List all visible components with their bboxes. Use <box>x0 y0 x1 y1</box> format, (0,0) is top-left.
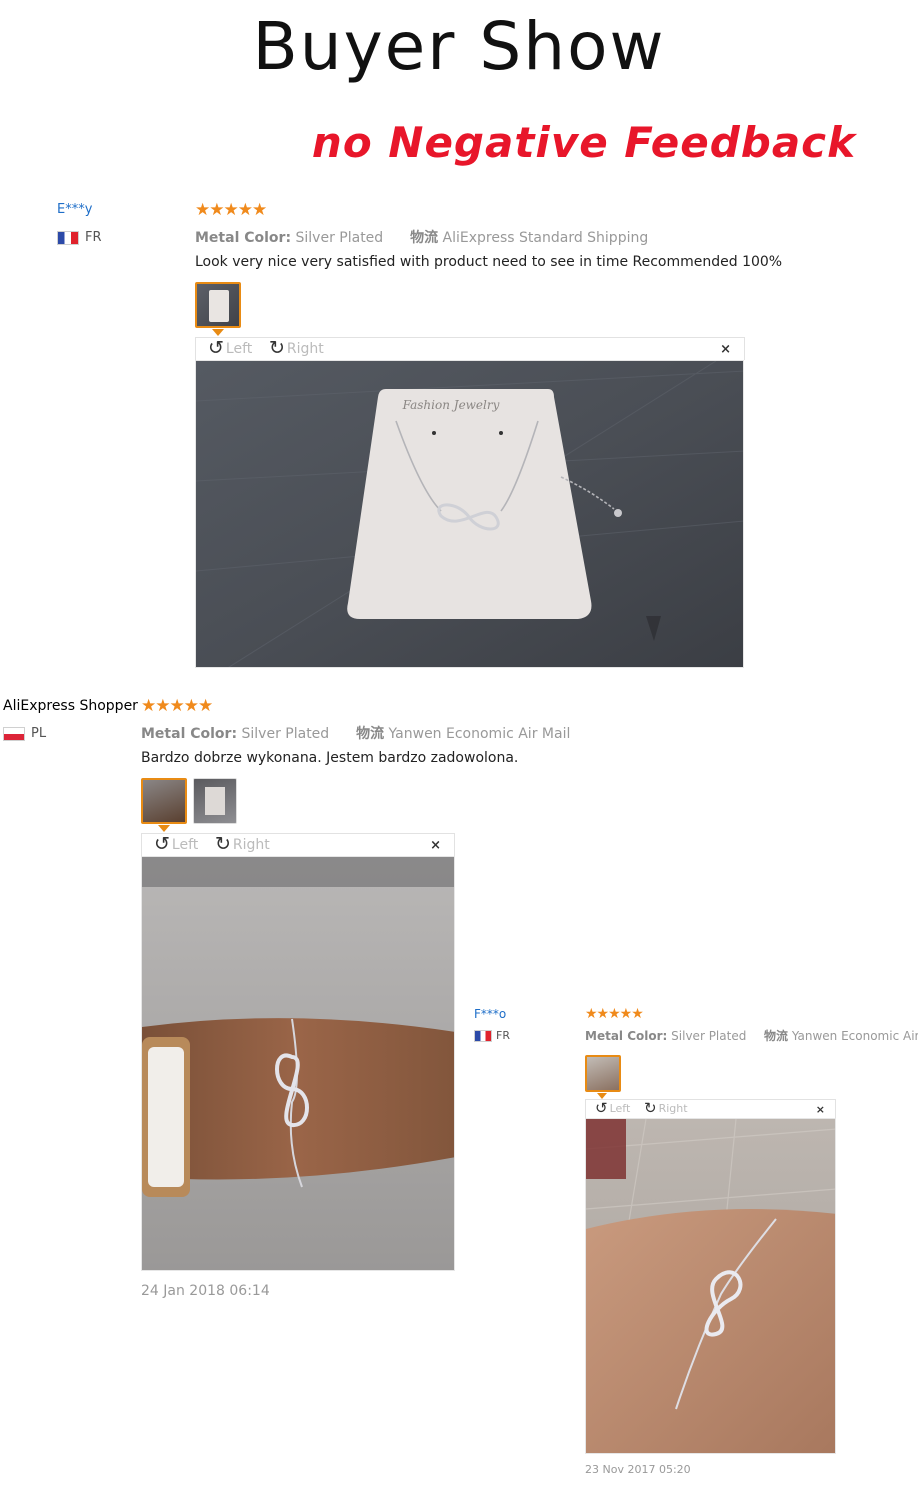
image-viewer-toolbar: ↺ Left ↻ Right × <box>585 1099 836 1118</box>
country-code: PL <box>31 726 47 741</box>
svg-text:Fashion Jewelry: Fashion Jewelry <box>402 398 500 412</box>
review-thumbnail[interactable] <box>585 1055 621 1092</box>
rotate-right-icon: ↻ <box>215 833 231 855</box>
review-photo <box>141 856 455 1271</box>
rotate-left-label: Left <box>225 340 253 357</box>
metal-color-value: Silver Plated <box>671 1029 747 1043</box>
review-photo <box>585 1118 836 1454</box>
reviewer-name[interactable]: F***o <box>474 1007 506 1021</box>
review-meta: Metal Color: Silver Plated 物流 AliExpress… <box>195 227 648 247</box>
review-date: 23 Nov 2017 05:20 <box>585 1463 691 1476</box>
close-icon[interactable]: × <box>816 1103 825 1116</box>
bracelet-on-wrist-image <box>586 1119 835 1453</box>
shipping-label: 物流 <box>410 230 439 246</box>
shipping-label: 物流 <box>356 726 385 742</box>
reviewer-country: FR <box>57 230 102 245</box>
shipping-value: AliExpress Standard Shipping <box>442 230 649 246</box>
page-title: Buyer Show <box>252 8 666 85</box>
rotate-left-icon: ↺ <box>595 1099 608 1117</box>
close-icon[interactable]: × <box>430 838 441 853</box>
reviewer-country: FR <box>474 1029 510 1042</box>
bracelet-on-wrist-image <box>142 857 454 1270</box>
metal-color-value: Silver Plated <box>241 726 330 742</box>
rotate-left-icon: ↺ <box>154 833 170 855</box>
rotate-left-icon: ↺ <box>208 337 224 359</box>
rotate-right-button[interactable]: ↻ Right <box>644 1100 688 1116</box>
review-thumbnail-1[interactable] <box>141 778 187 824</box>
star-rating: ★★★★★ <box>585 1006 644 1022</box>
review-text: Look very nice very satisfied with produ… <box>195 254 783 270</box>
review-thumbnail[interactable] <box>195 282 241 328</box>
image-viewer-toolbar: ↺ Left ↻ Right × <box>141 833 455 856</box>
shipping-value: Yanwen Economic Air Mail <box>791 1029 918 1043</box>
rotate-right-button[interactable]: ↻ Right <box>215 835 270 854</box>
rotate-left-label: Left <box>171 836 199 853</box>
rotate-right-icon: ↻ <box>269 337 285 359</box>
star-rating: ★★★★★ <box>195 200 267 220</box>
metal-color-label: Metal Color: <box>195 230 292 246</box>
rotate-left-label: Left <box>609 1101 631 1115</box>
france-flag-icon <box>474 1029 492 1042</box>
close-icon[interactable]: × <box>720 342 731 357</box>
country-code: FR <box>85 230 102 245</box>
country-code: FR <box>496 1029 510 1042</box>
review-text: Bardzo dobrze wykonana. Jestem bardzo za… <box>141 750 519 766</box>
france-flag-icon <box>57 230 79 245</box>
rotate-left-button[interactable]: ↺ Left <box>154 835 198 854</box>
reviewer-name[interactable]: E***y <box>57 202 92 217</box>
metal-color-label: Metal Color: <box>141 726 238 742</box>
review-thumbnail-2[interactable] <box>193 778 237 824</box>
rotate-left-button[interactable]: ↺ Left <box>595 1100 630 1116</box>
review-photo: Fashion Jewelry <box>195 360 744 668</box>
review-meta: Metal Color: Silver Plated 物流 Yanwen Eco… <box>141 723 570 743</box>
reviewer-name[interactable]: AliExpress Shopper <box>3 698 138 714</box>
rotate-right-label: Right <box>232 836 270 853</box>
reviewer-country: PL <box>3 726 46 741</box>
review-date: 24 Jan 2018 06:14 <box>141 1283 270 1299</box>
thumbnail-pointer <box>158 825 170 832</box>
thumbnail-pointer <box>212 329 224 336</box>
shipping-value: Yanwen Economic Air Mail <box>388 726 571 742</box>
review-meta: Metal Color: Silver Plated 物流 Yanwen Eco… <box>585 1027 918 1044</box>
image-viewer-toolbar: ↺ Left ↻ Right × <box>195 337 745 360</box>
shipping-label: 物流 <box>763 1029 788 1043</box>
bracelet-on-card-image: Fashion Jewelry <box>196 361 743 667</box>
rotate-left-button[interactable]: ↺ Left <box>208 339 252 358</box>
metal-color-value: Silver Plated <box>295 230 384 246</box>
star-rating: ★★★★★ <box>141 696 213 716</box>
rotate-right-label: Right <box>658 1101 688 1115</box>
page-subtitle: no Negative Feedback <box>311 118 856 167</box>
rotate-right-icon: ↻ <box>644 1099 657 1117</box>
rotate-right-button[interactable]: ↻ Right <box>269 339 324 358</box>
metal-color-label: Metal Color: <box>585 1029 668 1043</box>
rotate-right-label: Right <box>286 340 324 357</box>
poland-flag-icon <box>3 726 25 741</box>
